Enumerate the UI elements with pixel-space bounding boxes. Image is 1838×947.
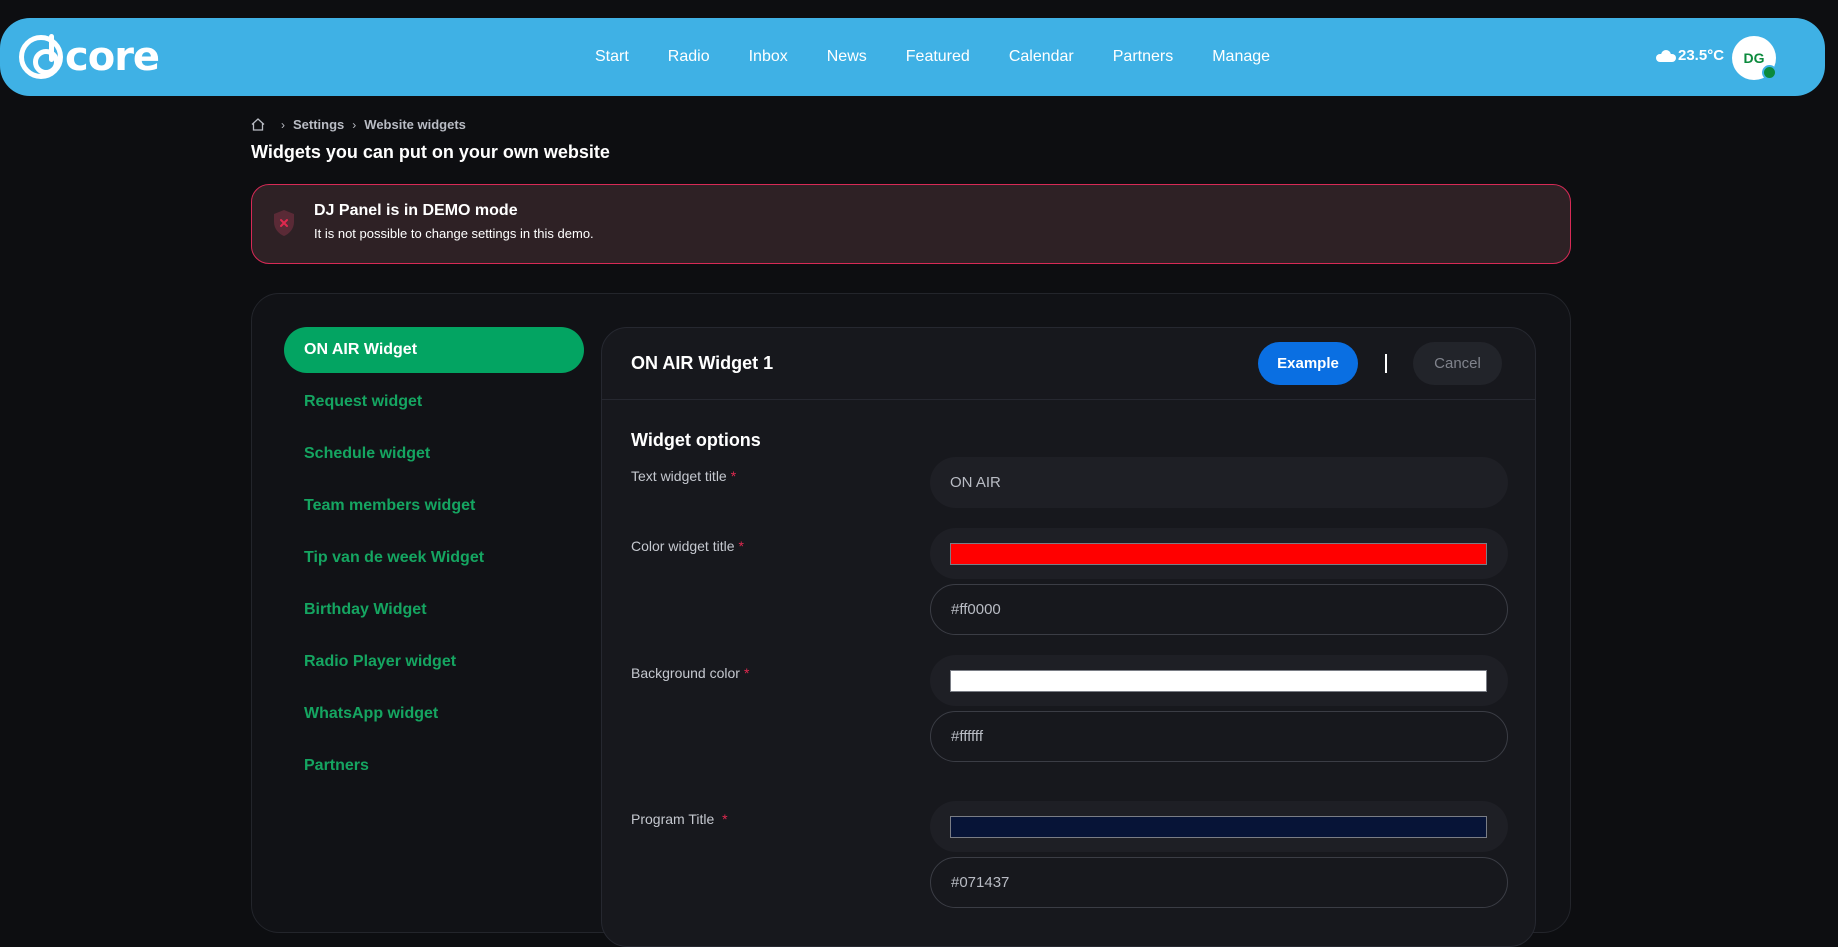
field-label-text: Background color (631, 665, 740, 681)
required-mark: * (722, 811, 728, 827)
cloud-icon (1656, 49, 1676, 62)
background-color-label: Background color * (631, 665, 749, 681)
color-swatch[interactable] (950, 816, 1487, 838)
sidebar-item-tip-van-de-week-widget[interactable]: Tip van de week Widget (284, 535, 584, 581)
sidebar-item-birthday-widget[interactable]: Birthday Widget (284, 587, 584, 633)
widget-editor-panel: ON AIR Widget 1 Example Cancel Widget op… (601, 327, 1536, 947)
nav-inbox[interactable]: Inbox (749, 47, 788, 67)
sidebar-item-team-members-widget[interactable]: Team members widget (284, 483, 584, 529)
example-button[interactable]: Example (1258, 342, 1358, 385)
field-label-text: Color widget title (631, 538, 735, 554)
breadcrumb-website-widgets[interactable]: Website widgets (364, 117, 466, 132)
field-label-text: Text widget title (631, 468, 727, 484)
page-title: Widgets you can put on your own website (251, 142, 610, 162)
chevron-right-icon: › (281, 117, 285, 132)
alert-text: It is not possible to change settings in… (314, 226, 594, 241)
nav-calendar[interactable]: Calendar (1009, 47, 1074, 67)
nav-start[interactable]: Start (595, 47, 629, 67)
program-title-label: Program Title * (631, 811, 728, 827)
sidebar-item-whatsapp-widget[interactable]: WhatsApp widget (284, 691, 584, 737)
color-swatch[interactable] (950, 670, 1487, 692)
required-mark: * (743, 665, 750, 681)
sidebar-item-schedule-widget[interactable]: Schedule widget (284, 431, 584, 477)
alert-title: DJ Panel is in DEMO mode (314, 202, 518, 219)
cancel-button[interactable]: Cancel (1413, 342, 1502, 385)
logo-icon (19, 34, 63, 79)
home-icon[interactable] (251, 118, 265, 131)
color-widget-title-picker (930, 528, 1508, 579)
color-widget-title-label: Color widget title * (631, 538, 744, 554)
logo-text: core (65, 34, 160, 80)
weather-widget[interactable]: 23.5°C (1656, 47, 1724, 64)
sidebar-item-on-air-widget[interactable]: ON AIR Widget (284, 327, 584, 373)
nav-radio[interactable]: Radio (668, 47, 710, 67)
background-color-hex-input[interactable] (930, 711, 1508, 762)
sidebar-item-partners[interactable]: Partners (284, 743, 584, 789)
required-mark: * (730, 468, 737, 484)
field-label-text: Program Title (631, 811, 719, 827)
breadcrumb: › Settings › Website widgets (251, 117, 466, 132)
panel-header: ON AIR Widget 1 Example Cancel (602, 328, 1535, 400)
color-widget-title-hex-input[interactable] (930, 584, 1508, 635)
shield-error-icon (274, 210, 294, 236)
avatar-initials: DG (1743, 50, 1765, 66)
online-status-dot (1762, 65, 1777, 80)
nav-partners[interactable]: Partners (1113, 47, 1173, 67)
program-title-color-picker (930, 801, 1508, 852)
widget-sidebar: ON AIR Widget Request widget Schedule wi… (284, 327, 584, 795)
section-title: Widget options (631, 430, 761, 450)
text-widget-title-input[interactable] (930, 457, 1508, 508)
chevron-right-icon: › (352, 117, 357, 132)
top-navbar: core Start Radio Inbox News Featured Cal… (0, 18, 1825, 96)
nav-manage[interactable]: Manage (1212, 47, 1270, 67)
breadcrumb-settings[interactable]: Settings (293, 117, 344, 132)
sidebar-item-radio-player-widget[interactable]: Radio Player widget (284, 639, 584, 685)
main-nav: Start Radio Inbox News Featured Calendar… (595, 47, 1309, 67)
background-color-picker (930, 655, 1508, 706)
sidebar-item-request-widget[interactable]: Request widget (284, 379, 584, 425)
logo[interactable]: core (19, 33, 160, 81)
weather-temperature: 23.5°C (1678, 47, 1725, 64)
program-title-hex-input[interactable] (930, 857, 1508, 908)
color-swatch[interactable] (950, 543, 1487, 565)
demo-mode-alert: DJ Panel is in DEMO mode It is not possi… (251, 184, 1571, 264)
text-widget-title-label: Text widget title * (631, 468, 736, 484)
panel-title: ON AIR Widget 1 (631, 353, 774, 373)
nav-featured[interactable]: Featured (906, 47, 970, 67)
header-divider (1385, 354, 1387, 373)
required-mark: * (738, 538, 744, 554)
nav-news[interactable]: News (827, 47, 867, 67)
